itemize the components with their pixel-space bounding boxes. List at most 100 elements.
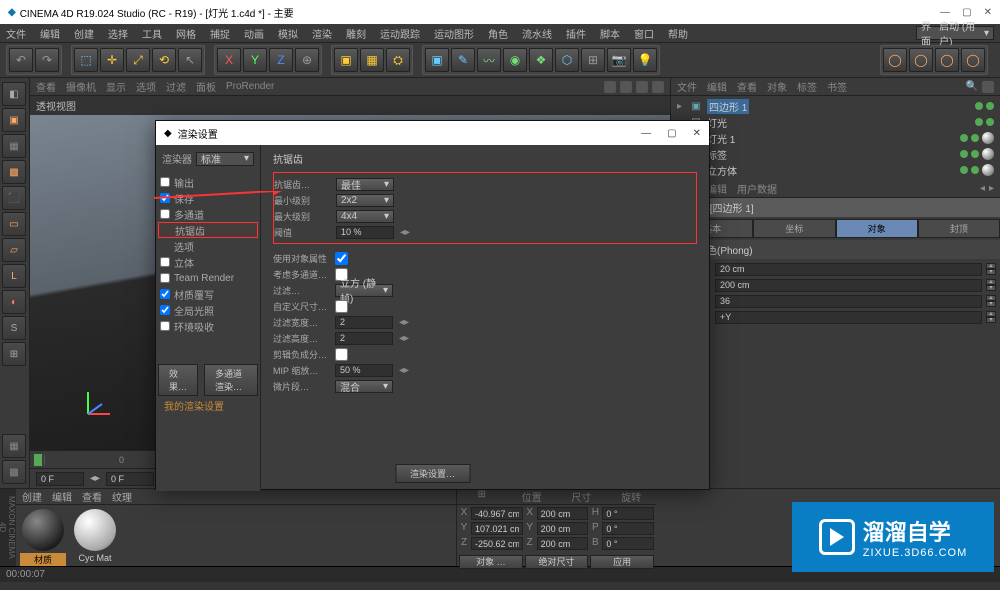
objpanel-icon[interactable] xyxy=(982,81,994,93)
edge-mode-icon[interactable]: ▭ xyxy=(2,212,26,236)
vp-icon-4[interactable] xyxy=(652,81,664,93)
aa-field-b3[interactable]: 10 % xyxy=(336,226,394,239)
light-tool[interactable]: 💡 xyxy=(633,48,657,72)
menu-帮助[interactable]: 帮助 xyxy=(668,26,688,41)
render-category-check-7[interactable] xyxy=(160,289,170,299)
x-axis-button[interactable]: X xyxy=(217,48,241,72)
rotate-tool[interactable]: ⟲ xyxy=(152,48,176,72)
pos-Z[interactable] xyxy=(471,537,523,550)
last-tool[interactable]: ↖ xyxy=(178,48,202,72)
frame-spinner-icon[interactable]: ◂▸ xyxy=(90,473,100,484)
coord-btn-0[interactable]: 对象 … xyxy=(459,555,523,569)
render-region-button[interactable]: ▦ xyxy=(360,48,384,72)
poly-mode-icon[interactable]: ▱ xyxy=(2,238,26,262)
attr-prev-icon[interactable]: ◂ xyxy=(980,183,985,194)
object-tree[interactable]: ▸▣四边形 1▸▣灯光▸▣灯光 1▸▣标签▸▣立方体 xyxy=(671,96,1000,180)
select-tool[interactable]: ⬚ xyxy=(74,48,98,72)
menu-编辑[interactable]: 编辑 xyxy=(40,26,60,41)
dialog-minimize-icon[interactable]: — xyxy=(641,128,651,139)
export-3-button[interactable]: ◯ xyxy=(935,48,959,72)
mat-tab-2[interactable]: 查看 xyxy=(82,489,102,504)
deformer-tool[interactable]: ⬡ xyxy=(555,48,579,72)
menu-工具[interactable]: 工具 xyxy=(142,26,162,41)
attr-subtab-对象[interactable]: 对象 xyxy=(836,219,918,238)
dialog-maximize-icon[interactable]: ▢ xyxy=(667,128,676,139)
undo-button[interactable]: ↶ xyxy=(9,48,33,72)
menu-文件[interactable]: 文件 xyxy=(6,26,26,41)
export-1-button[interactable]: ◯ xyxy=(883,48,907,72)
mat-tab-1[interactable]: 编辑 xyxy=(52,489,72,504)
material-0[interactable]: 材质 xyxy=(20,509,66,566)
layout-dropdown[interactable]: 界面 启动 (用户)▾ xyxy=(916,26,994,40)
renderer-dropdown[interactable]: 标准▾ xyxy=(196,152,254,166)
vp-icon-2[interactable] xyxy=(620,81,632,93)
menu-流水线[interactable]: 流水线 xyxy=(522,26,552,41)
export-2-button[interactable]: ◯ xyxy=(909,48,933,72)
render-category-5[interactable]: 立体 xyxy=(158,254,258,270)
coord-btn-1[interactable]: 绝对尺寸 xyxy=(525,555,589,569)
size-Z[interactable] xyxy=(537,537,589,550)
attr-tab-1[interactable]: 编辑 xyxy=(707,181,727,196)
export-4-button[interactable]: ◯ xyxy=(961,48,985,72)
multipass-button[interactable]: 多通道渲染… xyxy=(204,364,258,396)
attr-subtab-封顶[interactable]: 封顶 xyxy=(918,219,1000,238)
cube-primitive[interactable]: ▣ xyxy=(425,48,449,72)
obj-tab-5[interactable]: 书签 xyxy=(827,79,847,94)
animation-mode-icon[interactable]: ◐ xyxy=(2,290,26,314)
tree-item-0[interactable]: ▸▣四边形 1 xyxy=(675,98,996,114)
aa-field-o7[interactable]: 50 % xyxy=(335,364,393,377)
close-icon[interactable]: ✕ xyxy=(984,7,992,18)
aa-field-b0[interactable]: 最佳▾ xyxy=(336,178,394,191)
render-category-check-0[interactable] xyxy=(160,177,170,187)
spinner-icon[interactable]: ◂▸ xyxy=(399,317,409,328)
viewport-tab-6[interactable]: ProRender xyxy=(226,81,274,92)
aa-field-b2[interactable]: 4x4▾ xyxy=(336,210,394,223)
spline-tool[interactable]: 〰 xyxy=(477,48,501,72)
menu-创建[interactable]: 创建 xyxy=(74,26,94,41)
maximize-icon[interactable]: ▢ xyxy=(962,7,971,18)
effects-button[interactable]: 效果… xyxy=(158,364,198,396)
menu-运动图形[interactable]: 运动图形 xyxy=(434,26,474,41)
y-axis-button[interactable]: Y xyxy=(243,48,267,72)
render-settings-footer-button[interactable]: 渲染设置… xyxy=(395,464,470,483)
viewport-tab-4[interactable]: 过滤 xyxy=(166,79,186,94)
frame-end-input[interactable] xyxy=(106,472,154,486)
menu-角色[interactable]: 角色 xyxy=(488,26,508,41)
phong-tag-icon[interactable] xyxy=(982,164,994,176)
workplane-icon[interactable]: ⊞ xyxy=(2,342,26,366)
viewport-tab-0[interactable]: 查看 xyxy=(36,79,56,94)
aa-field-b1[interactable]: 2x2▾ xyxy=(336,194,394,207)
my-render-settings[interactable]: 我的渲染设置 xyxy=(158,396,258,415)
menu-动画[interactable]: 动画 xyxy=(244,26,264,41)
aa-check-o3[interactable] xyxy=(335,300,348,313)
phong-tab[interactable]: 平滑着色(Phong) xyxy=(671,240,1000,259)
z-axis-button[interactable]: Z xyxy=(269,48,293,72)
aa-field-o8[interactable]: 混合▾ xyxy=(335,380,393,393)
render-category-7[interactable]: 材质覆写 xyxy=(158,286,258,302)
texture-mode-icon[interactable]: ▦ xyxy=(2,134,26,158)
size-X[interactable] xyxy=(537,507,589,520)
editable-icon[interactable]: ◧ xyxy=(2,82,26,106)
material-1[interactable]: Cyc Mat xyxy=(72,509,118,563)
scale-tool[interactable]: ⤢ xyxy=(126,48,150,72)
nurbs-tool[interactable]: ◉ xyxy=(503,48,527,72)
menu-模拟[interactable]: 模拟 xyxy=(278,26,298,41)
tree-item-1[interactable]: ▸▣灯光 xyxy=(675,114,996,130)
obj-tab-3[interactable]: 对象 xyxy=(767,79,787,94)
render-category-check-5[interactable] xyxy=(160,257,170,267)
axis-mode-icon[interactable]: ▩ xyxy=(2,160,26,184)
obj-tab-4[interactable]: 标签 xyxy=(797,79,817,94)
move-tool[interactable]: ✛ xyxy=(100,48,124,72)
rot-H[interactable] xyxy=(602,507,654,520)
viewport-tab-5[interactable]: 面板 xyxy=(196,79,216,94)
attr-next-icon[interactable]: ▸ xyxy=(989,183,994,194)
aa-field-o4[interactable]: 2 xyxy=(335,316,393,329)
phong-tag-icon[interactable] xyxy=(982,132,994,144)
obj-tab-1[interactable]: 编辑 xyxy=(707,79,727,94)
attr-tab-2[interactable]: 用户数据 xyxy=(737,181,777,196)
menu-选择[interactable]: 选择 xyxy=(108,26,128,41)
render-category-check-9[interactable] xyxy=(160,321,170,331)
attr-input-2[interactable] xyxy=(715,295,982,308)
dialog-close-icon[interactable]: ✕ xyxy=(693,128,701,139)
brush-tool[interactable]: ✎ xyxy=(451,48,475,72)
